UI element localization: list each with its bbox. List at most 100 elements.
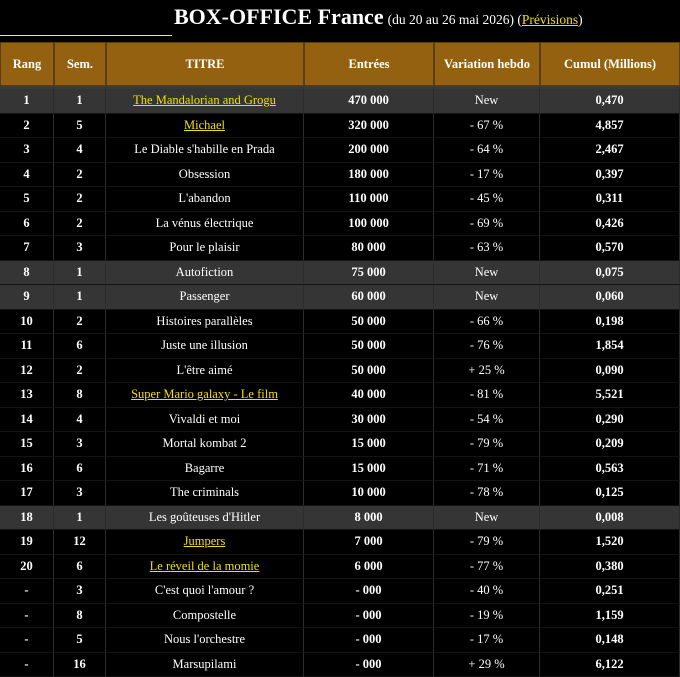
cell-entries: - 000 — [304, 579, 434, 604]
cell-weeks: 2 — [54, 187, 106, 212]
cell-title: Jumpers — [106, 530, 304, 555]
cell-title: Michael — [106, 114, 304, 139]
cell-weeks: 1 — [54, 86, 106, 114]
film-title-link[interactable]: Super Mario galaxy - Le film — [131, 387, 278, 401]
table-row: 138 Super Mario galaxy - Le film 40 000- 8… — [0, 383, 680, 408]
cell-cumul: 0,290 — [540, 408, 680, 433]
cell-entries: 30 000 — [304, 408, 434, 433]
cell-cumul: 0,198 — [540, 310, 680, 335]
cell-entries: 40 000 — [304, 383, 434, 408]
table-row: 102Histoires parallèles50 000- 66 %0,198 — [0, 310, 680, 335]
cell-rank: 9 — [0, 285, 54, 310]
cell-variation: New — [434, 86, 540, 114]
cell-weeks: 8 — [54, 383, 106, 408]
cell-entries: - 000 — [304, 653, 434, 677]
film-title-link[interactable]: The Mandalorian and Grogu — [133, 93, 276, 107]
cell-cumul: 0,251 — [540, 579, 680, 604]
cell-variation: + 25 % — [434, 359, 540, 384]
cell-variation: - 40 % — [434, 579, 540, 604]
cell-weeks: 5 — [54, 114, 106, 139]
cell-rank: 7 — [0, 236, 54, 261]
cell-entries: 180 000 — [304, 163, 434, 188]
cell-title: Juste une illusion — [106, 334, 304, 359]
table-row: -16Marsupilami- 000+ 29 %6,122 — [0, 653, 680, 677]
cell-title: Le Diable s'habille en Prada — [106, 138, 304, 163]
cell-title: Le réveil de la momie — [106, 555, 304, 580]
cell-variation: + 29 % — [434, 653, 540, 677]
cell-title: The Mandalorian and Grogu — [106, 86, 304, 114]
cell-rank: 13 — [0, 383, 54, 408]
page-header: BOX-OFFICE France (du 20 au 26 mai 2026)… — [0, 0, 680, 42]
cell-entries: 320 000 — [304, 114, 434, 139]
cell-rank: - — [0, 579, 54, 604]
cell-title: La vénus électrique — [106, 212, 304, 237]
cell-title: Marsupilami — [106, 653, 304, 677]
cell-entries: 8 000 — [304, 506, 434, 531]
table-row: 91Passenger60 000New0,060 — [0, 285, 680, 310]
cell-cumul: 0,148 — [540, 628, 680, 653]
cell-rank: 8 — [0, 261, 54, 286]
cell-rank: 14 — [0, 408, 54, 433]
cell-entries: 7 000 — [304, 530, 434, 555]
cell-weeks: 16 — [54, 653, 106, 677]
cell-cumul: 0,209 — [540, 432, 680, 457]
cell-weeks: 6 — [54, 457, 106, 482]
table-row: 116Juste une illusion50 000- 76 %1,854 — [0, 334, 680, 359]
cell-entries: 50 000 — [304, 310, 434, 335]
title-close-paren: ) — [578, 12, 583, 27]
cell-entries: 15 000 — [304, 457, 434, 482]
film-title-link[interactable]: Jumpers — [184, 534, 226, 548]
cell-cumul: 4,857 — [540, 114, 680, 139]
cell-title: Passenger — [106, 285, 304, 310]
cell-entries: 15 000 — [304, 432, 434, 457]
cell-variation: - 78 % — [434, 481, 540, 506]
table-row: 1912Jumpers7 000- 79 %1,520 — [0, 530, 680, 555]
title-date-range: (du 20 au 26 mai 2026) ( — [388, 12, 522, 27]
cell-cumul: 0,090 — [540, 359, 680, 384]
cell-title: C'est quoi l'amour ? — [106, 579, 304, 604]
cell-title: L'abandon — [106, 187, 304, 212]
cell-entries: 110 000 — [304, 187, 434, 212]
film-title-link[interactable]: Michael — [184, 118, 225, 132]
column-header-variation: Variation hebdo — [434, 42, 540, 86]
cell-weeks: 4 — [54, 138, 106, 163]
cell-cumul: 0,397 — [540, 163, 680, 188]
cell-variation: - 17 % — [434, 628, 540, 653]
cell-entries: 75 000 — [304, 261, 434, 286]
cell-rank: 10 — [0, 310, 54, 335]
title-main: BOX-OFFICE France — [174, 4, 384, 29]
cell-weeks: 3 — [54, 481, 106, 506]
cell-weeks: 2 — [54, 310, 106, 335]
cell-entries: - 000 — [304, 604, 434, 629]
cell-cumul: 0,125 — [540, 481, 680, 506]
previsions-link[interactable]: Prévisions — [522, 12, 578, 27]
cell-variation: - 79 % — [434, 432, 540, 457]
cell-rank: - — [0, 604, 54, 629]
cell-weeks: 12 — [54, 530, 106, 555]
cell-variation: - 64 % — [434, 138, 540, 163]
film-title-link[interactable]: Le réveil de la momie — [150, 559, 260, 573]
cell-rank: 2 — [0, 114, 54, 139]
cell-variation: - 63 % — [434, 236, 540, 261]
table-row: 181Les goûteuses d'Hitler8 000New0,008 — [0, 506, 680, 531]
cell-entries: 80 000 — [304, 236, 434, 261]
table-row: 173The criminals10 000- 78 %0,125 — [0, 481, 680, 506]
cell-entries: - 000 — [304, 628, 434, 653]
cell-weeks: 1 — [54, 261, 106, 286]
cell-title: Obsession — [106, 163, 304, 188]
cell-weeks: 2 — [54, 212, 106, 237]
cell-rank: 20 — [0, 555, 54, 580]
column-header-cumul: Cumul (Millions) — [540, 42, 680, 86]
cell-rank: 15 — [0, 432, 54, 457]
table-row: 42Obsession180 000- 17 %0,397 — [0, 163, 680, 188]
table-header-row: Rang Sem. TITRE Entrées Variation hebdo … — [0, 42, 680, 86]
column-header-rank: Rang — [0, 42, 54, 86]
cell-title: Pour le plaisir — [106, 236, 304, 261]
table-row: -8Compostelle- 000- 19 %1,159 — [0, 604, 680, 629]
cell-title: L'être aimé — [106, 359, 304, 384]
cell-title: Les goûteuses d'Hitler — [106, 506, 304, 531]
cell-variation: - 69 % — [434, 212, 540, 237]
cell-cumul: 6,122 — [540, 653, 680, 677]
cell-variation: - 81 % — [434, 383, 540, 408]
cell-title: The criminals — [106, 481, 304, 506]
